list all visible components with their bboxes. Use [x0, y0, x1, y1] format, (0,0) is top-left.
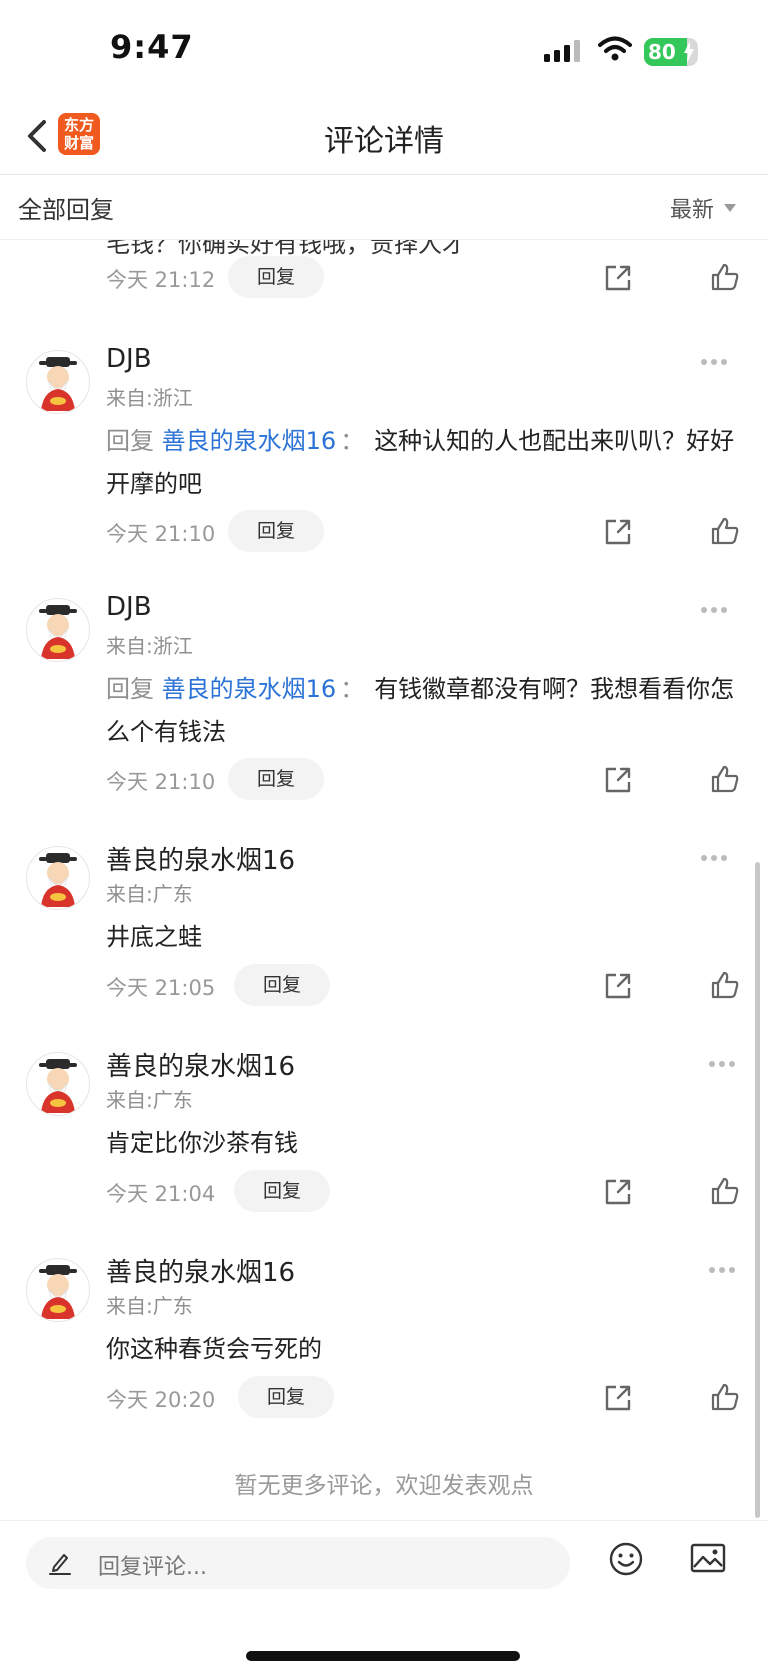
username[interactable]: DJB [106, 344, 152, 374]
reply-prefix: 回复 [106, 427, 154, 455]
username[interactable]: 善良的泉水烟16 [106, 1046, 295, 1083]
comment-item: DJB 来自:浙江 回复 善良的泉水烟16：有钱徽章都没有啊？我想看看你怎么个有… [0, 592, 768, 812]
thumbs-up-icon[interactable] [710, 1382, 740, 1412]
emoji-icon[interactable] [608, 1541, 644, 1577]
username[interactable]: 善良的泉水烟16 [106, 840, 295, 877]
comment-text: 回复 善良的泉水烟16：这种认知的人也配出来叭叭？好好开摩的吧 [106, 420, 736, 506]
reply-prefix: 回复 [106, 675, 154, 703]
battery-indicator: 80 [644, 38, 698, 66]
wifi-icon [598, 36, 632, 61]
home-indicator [246, 1651, 520, 1661]
status-bar: 9:47 80 [0, 0, 768, 100]
thumbs-up-icon[interactable] [710, 1176, 740, 1206]
caishen-avatar-icon [39, 357, 77, 411]
sort-label: 最新 [669, 198, 714, 223]
comment-time: 今天 20:20 [106, 1388, 216, 1412]
caishen-avatar-icon [39, 1059, 77, 1113]
comment-item: DJB 来自:浙江 回复 善良的泉水烟16：这种认知的人也配出来叭叭？好好开摩的… [0, 344, 768, 564]
bottom-bar: 回复评论... [0, 1520, 768, 1666]
reply-target-link[interactable]: 善良的泉水烟16 [162, 675, 337, 703]
action-row: 今天 21:10 回复 [0, 758, 768, 802]
action-row: 今天 21:05 回复 [0, 964, 768, 1008]
thumbs-up-icon[interactable] [710, 970, 740, 1000]
reply-colon: ： [340, 427, 365, 455]
avatar[interactable] [26, 350, 90, 414]
location: 来自:浙江 [106, 386, 193, 410]
share-icon[interactable] [604, 518, 632, 546]
avatar[interactable] [26, 1258, 90, 1322]
comment-time: 今天 21:05 [106, 976, 216, 1000]
comment-item: 善良的泉水烟16 来自:广东 肯定比你沙茶有钱 今天 21:04 回复 [0, 1052, 768, 1222]
thumbs-up-icon[interactable] [710, 764, 740, 794]
avatar[interactable] [26, 598, 90, 662]
page-title: 评论详情 [324, 124, 444, 159]
input-placeholder: 回复评论... [98, 1555, 207, 1580]
comment-text: 回复 善良的泉水烟16：有钱徽章都没有啊？我想看看你怎么个有钱法 [106, 668, 736, 754]
share-icon[interactable] [604, 1178, 632, 1206]
filter-bar: 全部回复 最新 [0, 175, 768, 240]
more-options-icon[interactable] [700, 606, 728, 614]
comment-time: 今天 21:10 [106, 770, 216, 794]
reply-button[interactable]: 回复 [228, 758, 324, 800]
pencil-icon [49, 1554, 71, 1575]
comment-time: 今天 21:10 [106, 522, 216, 546]
all-replies-label: 全部回复 [18, 196, 114, 224]
reply-button[interactable]: 回复 [234, 964, 330, 1006]
location: 来自:广东 [106, 882, 193, 906]
location: 来自:广东 [106, 1088, 193, 1112]
action-row: 今天 20:20 回复 [0, 1376, 768, 1420]
location: 来自:浙江 [106, 634, 193, 658]
reply-target-link[interactable]: 善良的泉水烟16 [162, 427, 337, 455]
caret-down-icon [724, 204, 736, 212]
comment-time: 今天 21:12 [106, 268, 216, 292]
comment-text: 井底之蛙 [106, 923, 202, 951]
share-icon[interactable] [604, 1384, 632, 1412]
sort-dropdown[interactable]: 最新 [670, 192, 736, 224]
reply-comment-input[interactable]: 回复评论... [26, 1537, 570, 1589]
reply-button[interactable]: 回复 [234, 1170, 330, 1212]
more-options-icon[interactable] [708, 1060, 736, 1068]
username[interactable]: 善良的泉水烟16 [106, 1252, 295, 1289]
battery-level: 80 [648, 40, 676, 64]
more-options-icon[interactable] [700, 358, 728, 366]
action-row: 今天 21:12 回复 [0, 256, 768, 300]
comment-text: 肯定比你沙茶有钱 [106, 1129, 298, 1157]
caishen-avatar-icon [39, 853, 77, 907]
thumbs-up-icon[interactable] [710, 262, 740, 292]
location: 来自:广东 [106, 1294, 193, 1318]
reply-colon: ： [340, 675, 365, 703]
more-options-icon[interactable] [708, 1266, 736, 1274]
charging-bolt-icon [684, 41, 694, 63]
comment-item: 善良的泉水烟16 来自:广东 井底之蛙 今天 21:05 回复 [0, 846, 768, 1016]
image-icon[interactable] [690, 1543, 726, 1575]
reply-button[interactable]: 回复 [238, 1376, 334, 1418]
share-icon[interactable] [604, 766, 632, 794]
reply-button[interactable]: 回复 [228, 510, 324, 552]
share-icon[interactable] [604, 972, 632, 1000]
more-options-icon[interactable] [700, 854, 728, 862]
avatar[interactable] [26, 846, 90, 910]
status-time: 9:47 [110, 28, 194, 66]
action-row: 今天 21:10 回复 [0, 510, 768, 554]
comment-time: 今天 21:04 [106, 1182, 216, 1206]
cellular-signal-icon [544, 40, 580, 62]
comment-text: 你这种春货会亏死的 [106, 1335, 322, 1363]
avatar[interactable] [26, 1052, 90, 1116]
username[interactable]: DJB [106, 592, 152, 622]
no-more-comments-note: 暂无更多评论，欢迎发表观点 [234, 1473, 534, 1499]
share-icon[interactable] [604, 264, 632, 292]
nav-bar: 东方 财富 评论详情 [0, 100, 768, 175]
action-row: 今天 21:04 回复 [0, 1170, 768, 1214]
caishen-avatar-icon [39, 1265, 77, 1319]
comment-item: 善良的泉水烟16 来自:广东 你这种春货会亏死的 今天 20:20 回复 [0, 1258, 768, 1428]
caishen-avatar-icon [39, 605, 77, 659]
scrollbar[interactable] [755, 862, 760, 1518]
thumbs-up-icon[interactable] [710, 516, 740, 546]
reply-button[interactable]: 回复 [228, 256, 324, 298]
comment-list[interactable]: 毛钱？你确实好有钱哦，贵择人才 今天 21:12 回复 DJB 来自:浙江 回复… [0, 240, 768, 1520]
